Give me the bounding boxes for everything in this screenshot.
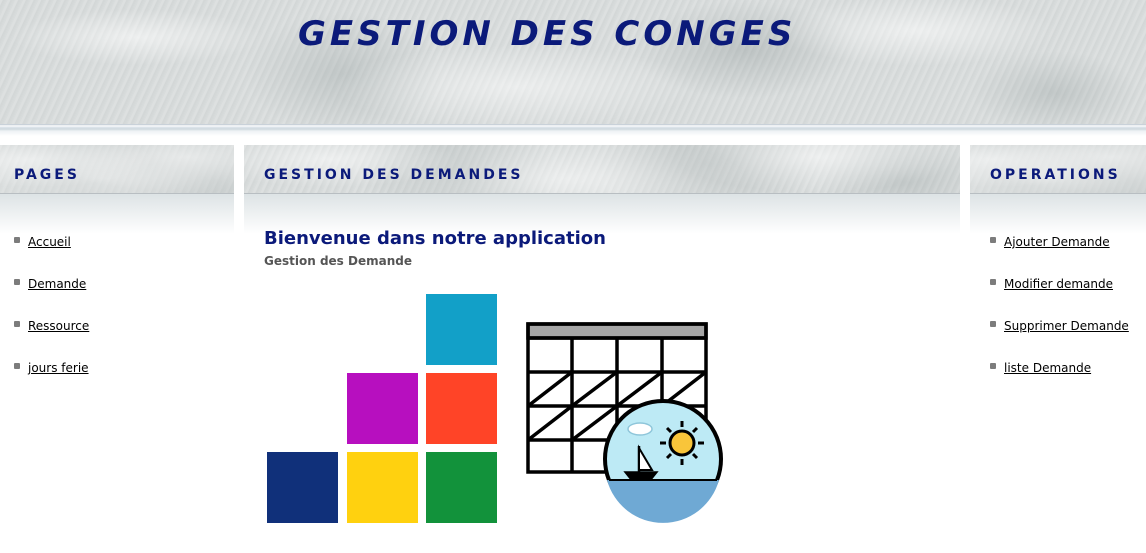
vacation-calendar-icon bbox=[526, 322, 723, 523]
pages-nav: Accueil Demande Ressource jours ferie bbox=[14, 231, 89, 399]
bullet-icon bbox=[990, 237, 996, 243]
nav-item-ressource: Ressource bbox=[14, 315, 89, 357]
operations-panel-fade bbox=[970, 194, 1146, 234]
tiles-logo-icon bbox=[267, 294, 497, 523]
op-item-ajouter: Ajouter Demande bbox=[990, 231, 1129, 273]
op-item-supprimer: Supprimer Demande bbox=[990, 315, 1129, 357]
nav-item-jours-ferie: jours ferie bbox=[14, 357, 89, 399]
main-panel-header: GESTION DES DEMANDES bbox=[244, 145, 960, 194]
welcome-title: Bienvenue dans notre application bbox=[264, 228, 606, 249]
tile-cyan bbox=[426, 294, 497, 365]
ressource-link[interactable]: Ressource bbox=[28, 319, 89, 333]
tile-red bbox=[426, 373, 497, 444]
pages-panel-fade bbox=[0, 194, 234, 234]
bullet-icon bbox=[990, 321, 996, 327]
nav-item-accueil: Accueil bbox=[14, 231, 89, 273]
accueil-link[interactable]: Accueil bbox=[28, 235, 71, 249]
jours-ferie-link[interactable]: jours ferie bbox=[28, 361, 89, 375]
op-item-liste: liste Demande bbox=[990, 357, 1129, 399]
tile-navy bbox=[267, 452, 338, 523]
ajouter-demande-link[interactable]: Ajouter Demande bbox=[1004, 235, 1110, 249]
welcome-subtitle: Gestion des Demande bbox=[264, 254, 412, 268]
pages-panel-header: PAGES bbox=[0, 145, 234, 194]
header-divider bbox=[0, 124, 1146, 136]
nav-item-demande: Demande bbox=[14, 273, 89, 315]
site-header: GESTION DES CONGES bbox=[0, 0, 1146, 124]
bullet-icon bbox=[990, 363, 996, 369]
operations-nav: Ajouter Demande Modifier demande Supprim… bbox=[990, 231, 1129, 399]
site-title: GESTION DES CONGES bbox=[298, 14, 797, 54]
illustration bbox=[267, 294, 723, 523]
demande-link[interactable]: Demande bbox=[28, 277, 86, 291]
main-heading: GESTION DES DEMANDES bbox=[264, 167, 524, 183]
tile-green bbox=[426, 452, 497, 523]
bullet-icon bbox=[14, 363, 20, 369]
pages-heading: PAGES bbox=[14, 167, 80, 183]
operations-heading: OPERATIONS bbox=[990, 167, 1121, 183]
liste-demande-link[interactable]: liste Demande bbox=[1004, 361, 1091, 375]
tile-purple bbox=[347, 373, 418, 444]
supprimer-demande-link[interactable]: Supprimer Demande bbox=[1004, 319, 1129, 333]
bullet-icon bbox=[14, 279, 20, 285]
op-item-modifier: Modifier demande bbox=[990, 273, 1129, 315]
bullet-icon bbox=[14, 237, 20, 243]
modifier-demande-link[interactable]: Modifier demande bbox=[1004, 277, 1113, 291]
bullet-icon bbox=[14, 321, 20, 327]
tile-yellow bbox=[347, 452, 418, 523]
bullet-icon bbox=[990, 279, 996, 285]
operations-panel-header: OPERATIONS bbox=[970, 145, 1146, 194]
